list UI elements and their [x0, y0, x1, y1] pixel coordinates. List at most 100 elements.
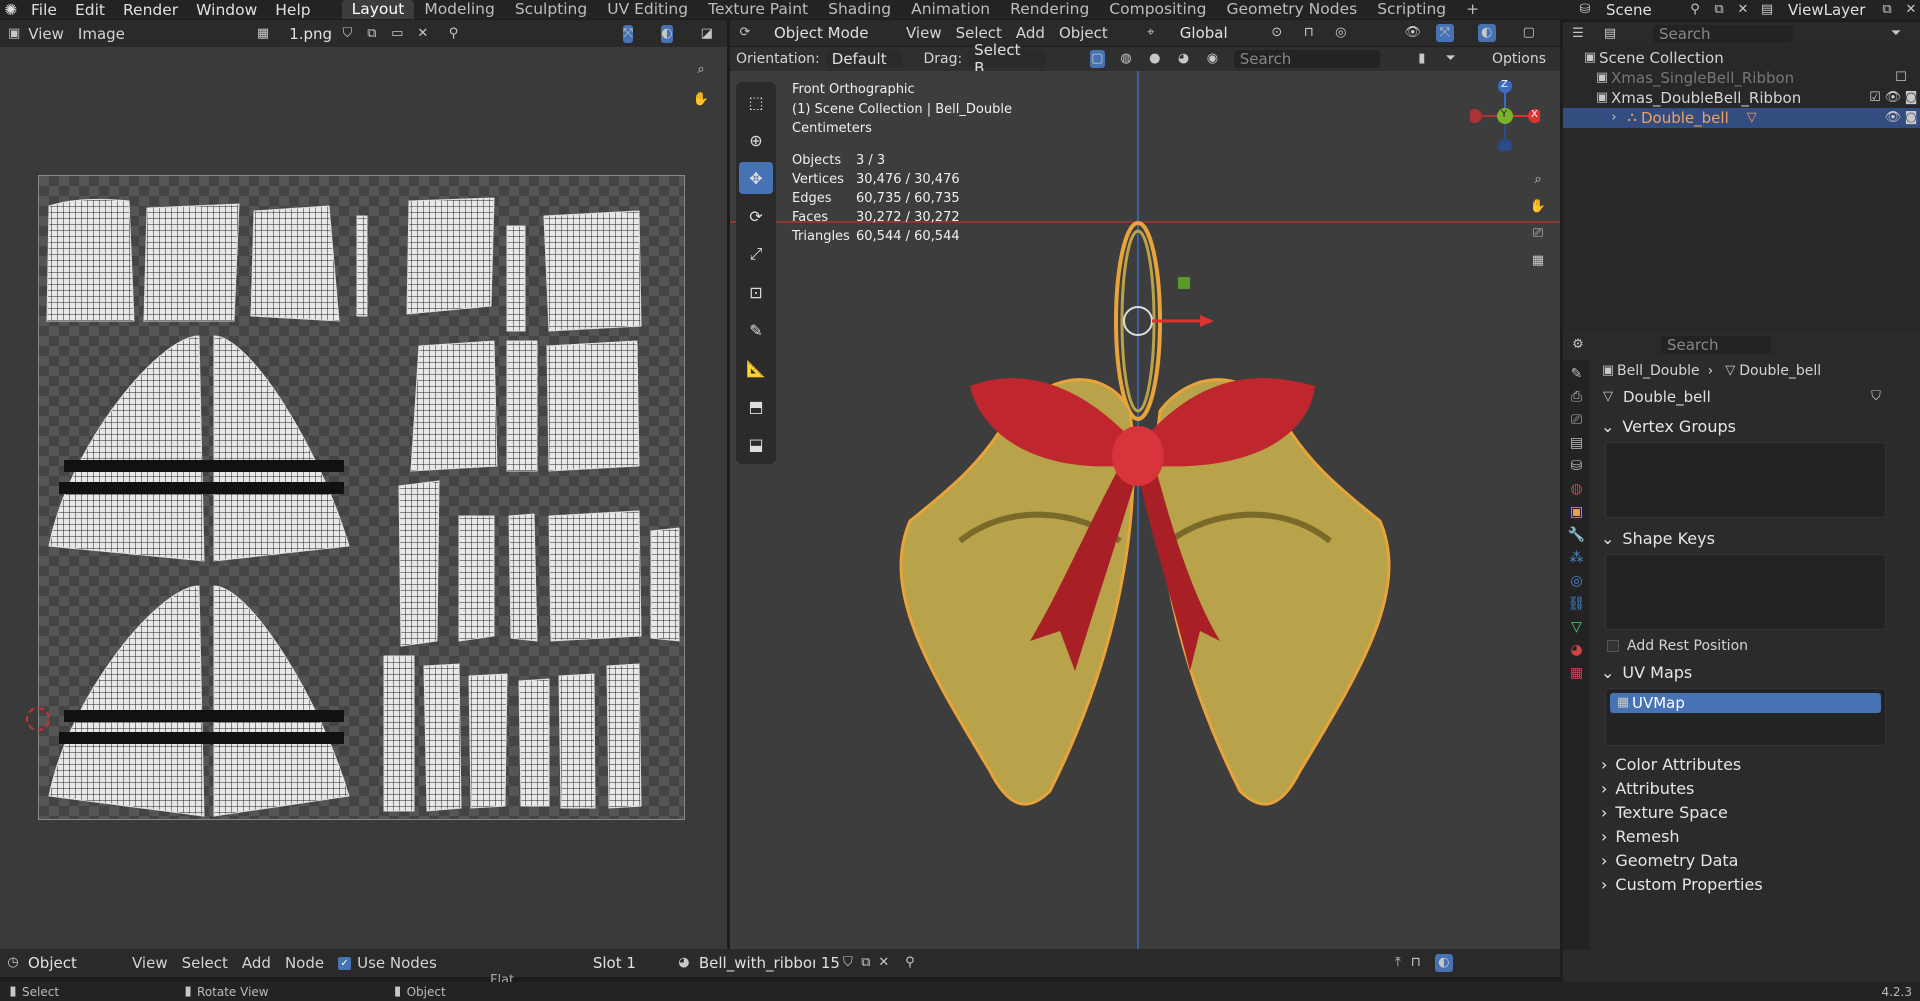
panel-custom-properties[interactable]: › Custom Properties: [1593, 872, 1920, 896]
proportional-edit-icon[interactable]: ◎: [1332, 24, 1350, 42]
scene-tab-icon[interactable]: ⛁: [1567, 458, 1587, 474]
editor-type-icon[interactable]: ▣: [8, 25, 20, 43]
uv-maps-list[interactable]: ▦ UVMap: [1605, 688, 1886, 746]
tab-texture-paint[interactable]: Texture Paint: [698, 0, 818, 19]
camera-icon[interactable]: ◙: [1902, 89, 1920, 107]
add-rest-position-checkbox[interactable]: [1607, 640, 1619, 652]
shading-wire-icon[interactable]: ◍: [1119, 50, 1134, 68]
uv-menu-view[interactable]: View: [28, 25, 64, 43]
image-browse-icon[interactable]: ▦: [257, 25, 269, 43]
tool-tab-icon[interactable]: ✎: [1567, 366, 1587, 382]
outliner-item-double-bell[interactable]: › ⛬ Double_bell ▽ 👁 ◙: [1563, 108, 1920, 128]
tab-shading[interactable]: Shading: [818, 0, 901, 19]
scale-tool-icon[interactable]: ⤢: [739, 238, 773, 270]
tab-uv-editing[interactable]: UV Editing: [597, 0, 698, 19]
camera-icon[interactable]: ◙: [1902, 109, 1920, 127]
new-material-icon[interactable]: ⧉: [857, 954, 875, 972]
menu-window[interactable]: Window: [187, 1, 266, 19]
select-box-tool-icon[interactable]: ⬚: [739, 86, 773, 118]
viewport-menu-select[interactable]: Select: [956, 24, 1002, 42]
add-workspace-button[interactable]: +: [1456, 0, 1489, 19]
panel-shape-keys[interactable]: ⌄ Shape Keys: [1593, 526, 1920, 550]
ortho-toggle-icon[interactable]: ▦: [1529, 252, 1547, 270]
constraint-tab-icon[interactable]: ⛓: [1567, 596, 1587, 612]
editor-type-icon[interactable]: ☰: [1569, 25, 1587, 43]
node-menu-add[interactable]: Add: [242, 954, 271, 972]
snap-icon[interactable]: ⊓: [1407, 954, 1425, 972]
view-layer-selector[interactable]: ViewLayer: [1782, 0, 1872, 19]
new-scene-icon[interactable]: ⧉: [1710, 1, 1728, 19]
unlink-material-icon[interactable]: ✕: [875, 954, 893, 972]
use-nodes-checkbox[interactable]: ✓: [338, 956, 352, 970]
shading-solid-icon[interactable]: ●: [1147, 50, 1162, 68]
cursor-tool-icon[interactable]: ⊕: [739, 124, 773, 156]
xray-icon[interactable]: ▢: [1520, 24, 1538, 42]
viewport-menu-view[interactable]: View: [906, 24, 942, 42]
options-button[interactable]: Options: [1492, 51, 1546, 67]
modifier-tab-icon[interactable]: 🔧: [1567, 527, 1587, 543]
render-tab-icon[interactable]: ⎙: [1567, 389, 1587, 405]
node-menu-node[interactable]: Node: [285, 954, 324, 972]
pin-icon[interactable]: ⚲: [448, 25, 459, 43]
annotate-tool-icon[interactable]: ✎: [739, 314, 773, 346]
outliner-item-singlebell[interactable]: ▣ Xmas_SingleBell_Ribbon ☐: [1563, 68, 1920, 88]
panel-uv-maps[interactable]: ⌄ UV Maps: [1593, 660, 1920, 684]
shading-render-icon[interactable]: ◉: [1205, 50, 1220, 68]
add-rest-position-row[interactable]: Add Rest Position: [1593, 636, 1920, 656]
orientation-dropdown[interactable]: Default: [825, 50, 904, 68]
expand-arrow-icon[interactable]: ›: [1605, 109, 1623, 127]
delete-scene-icon[interactable]: ✕: [1734, 1, 1752, 19]
transform-orientation-dropdown[interactable]: Global: [1173, 24, 1244, 42]
overlay-toggle-icon[interactable]: ◐: [661, 25, 673, 43]
particles-tab-icon[interactable]: ⁂: [1567, 550, 1587, 566]
bookmark-icon[interactable]: ▮: [1414, 50, 1429, 68]
editor-type-icon[interactable]: ◷: [4, 954, 22, 972]
tab-sculpting[interactable]: Sculpting: [505, 0, 597, 19]
measure-tool-icon[interactable]: 📐: [739, 352, 773, 384]
material-browse-icon[interactable]: ◕: [675, 954, 693, 972]
tab-layout[interactable]: Layout: [341, 0, 415, 19]
panel-vertex-groups[interactable]: ⌄ Vertex Groups: [1593, 414, 1920, 438]
open-image-icon[interactable]: ▭: [391, 25, 403, 43]
gizmo-toggle-icon[interactable]: ⤧: [1435, 24, 1454, 42]
tab-compositing[interactable]: Compositing: [1099, 0, 1216, 19]
menu-file[interactable]: File: [22, 1, 66, 19]
scene-selector[interactable]: Scene: [1600, 0, 1680, 19]
view-layer-tab-icon[interactable]: ▤: [1567, 435, 1587, 451]
camera-view-icon[interactable]: ⎚: [1529, 225, 1547, 243]
eye-icon[interactable]: 👁: [1884, 109, 1902, 127]
pivot-icon[interactable]: ⊙: [1268, 24, 1286, 42]
menu-edit[interactable]: Edit: [66, 1, 114, 19]
panel-texture-space[interactable]: › Texture Space: [1593, 800, 1920, 824]
add-cube-alt-tool-icon[interactable]: ⬓: [739, 428, 773, 460]
viewport-menu-add[interactable]: Add: [1016, 24, 1045, 42]
menu-help[interactable]: Help: [266, 1, 319, 19]
material-tab-icon[interactable]: ◕: [1567, 642, 1587, 658]
shader-type-dropdown[interactable]: Object: [22, 954, 122, 972]
parent-node-icon[interactable]: ⤒: [1389, 954, 1407, 972]
material-name-field[interactable]: Bell_with_ribbon: [692, 954, 822, 972]
node-menu-select[interactable]: Select: [182, 954, 228, 972]
overlay-toggle-icon[interactable]: ◐: [1477, 24, 1496, 42]
pan-hand-icon[interactable]: ✋: [692, 91, 710, 109]
outliner-scene-collection[interactable]: ▣ Scene Collection: [1563, 48, 1920, 68]
viewport-search-input[interactable]: Search: [1233, 50, 1381, 68]
vertex-groups-list[interactable]: [1605, 442, 1886, 518]
tab-rendering[interactable]: Rendering: [1000, 0, 1099, 19]
pan-hand-icon[interactable]: ✋: [1529, 198, 1547, 216]
visibility-icon[interactable]: 👁: [1404, 24, 1422, 42]
object-tab-icon[interactable]: ▣: [1567, 504, 1587, 520]
slot-dropdown[interactable]: Slot 1: [586, 954, 667, 972]
physics-tab-icon[interactable]: ◎: [1567, 573, 1587, 589]
tab-scripting[interactable]: Scripting: [1367, 0, 1456, 19]
unlink-image-icon[interactable]: ✕: [417, 25, 428, 43]
editor-type-icon[interactable]: ⚙: [1569, 336, 1587, 354]
snap-icon[interactable]: ⊓: [1300, 24, 1318, 42]
output-tab-icon[interactable]: ⎚: [1567, 412, 1587, 428]
new-image-icon[interactable]: ⧉: [367, 25, 378, 43]
eye-icon[interactable]: 👁: [1884, 89, 1902, 107]
image-name-field[interactable]: 1.png: [283, 25, 339, 43]
filter-icon[interactable]: ⏷: [1887, 25, 1905, 43]
exclude-checkbox-icon[interactable]: ☐: [1892, 69, 1910, 87]
material-users-count[interactable]: 15: [814, 954, 840, 972]
